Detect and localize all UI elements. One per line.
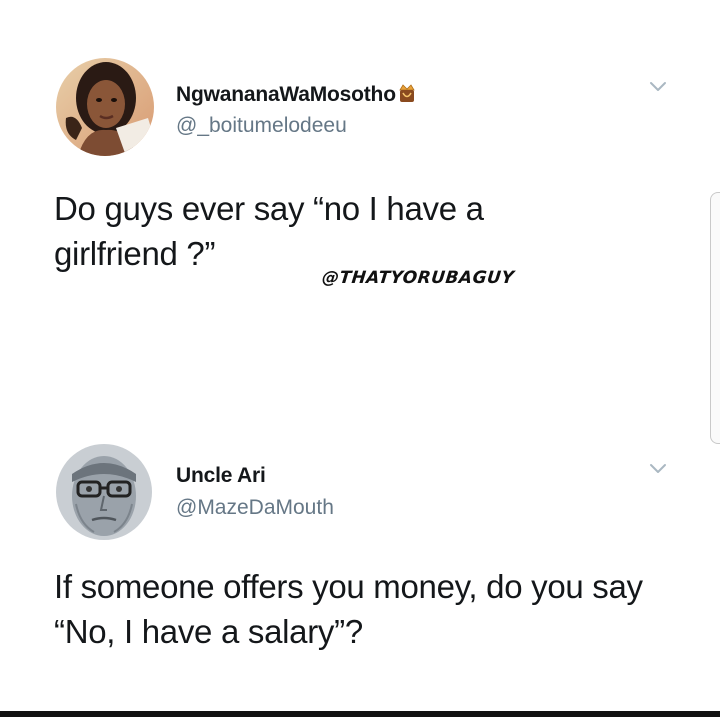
display-name[interactable]: Uncle Ari — [176, 464, 266, 488]
tweet-text: If someone offers you money, do you say … — [54, 568, 643, 650]
avatar[interactable] — [56, 444, 152, 540]
username-handle[interactable]: @_boitumelodeeu — [176, 114, 347, 138]
tweet-1: NgwananaWaMosotho @_boitumelodeeu Do guy… — [0, 0, 720, 445]
bottom-edge — [0, 711, 720, 717]
display-name[interactable]: NgwananaWaMosotho — [176, 82, 416, 110]
display-name-text[interactable]: NgwananaWaMosotho — [176, 83, 396, 106]
crown-emoji-icon — [398, 82, 416, 110]
chevron-down-icon[interactable] — [649, 80, 667, 98]
side-scroll-handle[interactable] — [710, 192, 720, 444]
avatar[interactable] — [56, 58, 154, 156]
tweet-2: Uncle Ari @MazeDaMouth If someone offers… — [0, 440, 720, 710]
username-handle[interactable]: @MazeDaMouth — [176, 496, 334, 520]
watermark: @THATYORUBAGUY — [320, 268, 516, 288]
chevron-down-icon[interactable] — [649, 462, 667, 480]
tweet-text: Do guys ever say “no I have a girlfriend… — [54, 190, 484, 272]
